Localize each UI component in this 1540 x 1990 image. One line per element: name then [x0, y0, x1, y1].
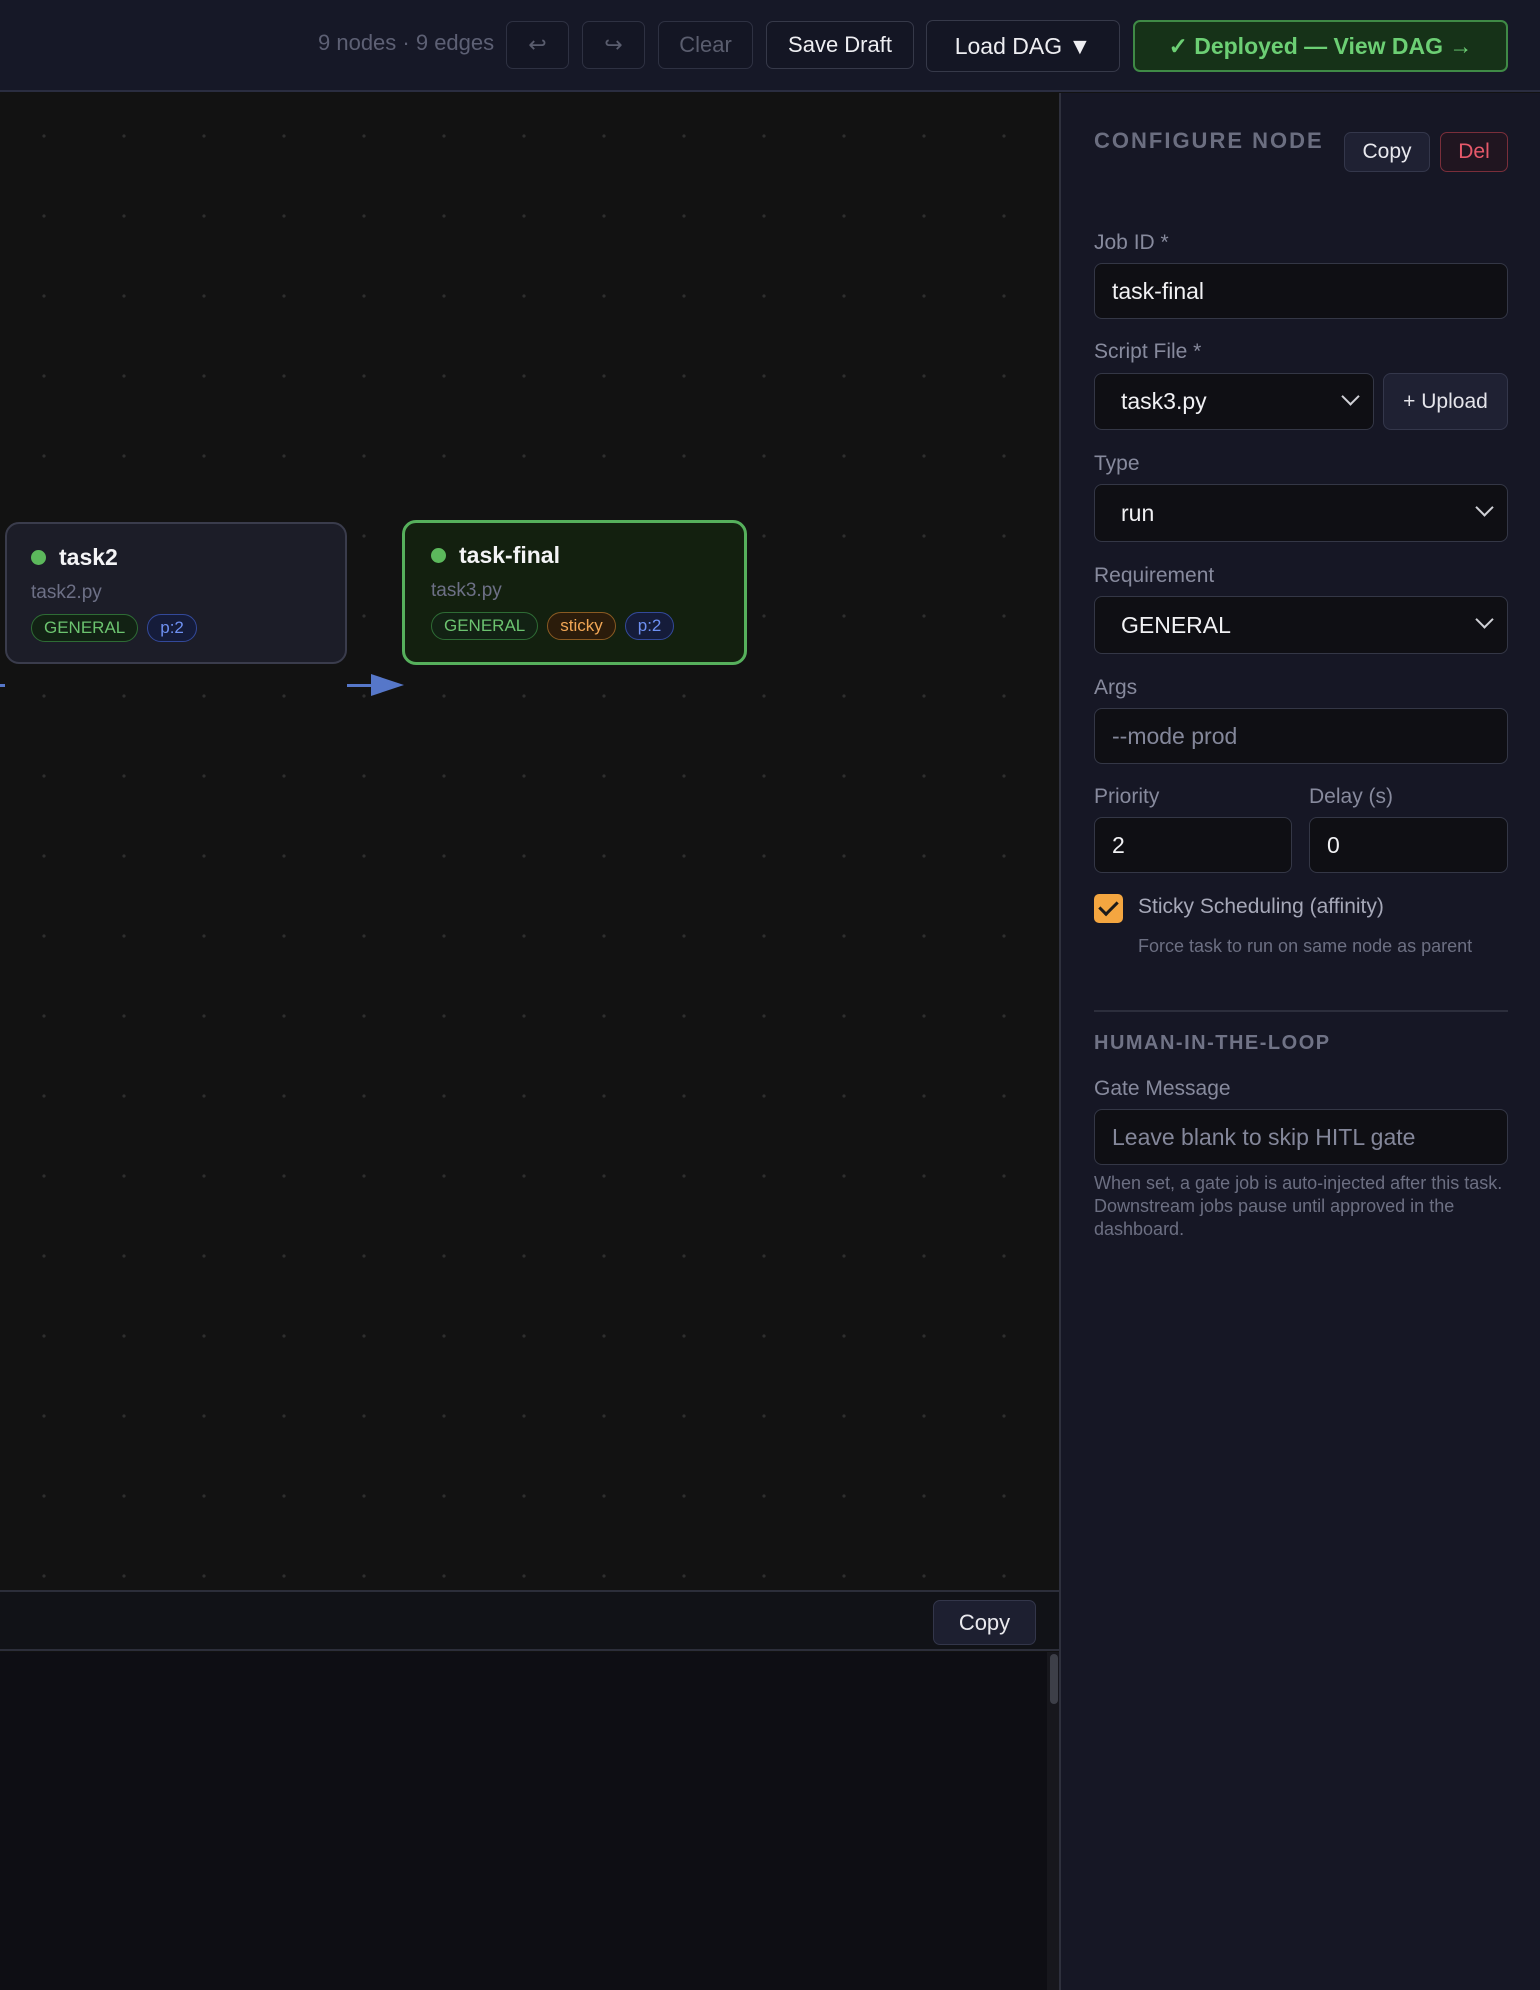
script-file-value: task3.py [1121, 388, 1207, 414]
sticky-scheduling-checkbox[interactable] [1094, 894, 1123, 923]
redo-button[interactable]: ↪ [582, 21, 645, 69]
args-input[interactable]: --mode prod [1094, 708, 1508, 764]
script-file-label: Script File * [1094, 340, 1202, 363]
status-dot-icon [431, 548, 446, 563]
deployed-view-dag-button[interactable]: ✓ Deployed — View DAG → [1133, 20, 1508, 72]
type-value: run [1121, 499, 1155, 526]
arrow-head-icon [371, 674, 404, 696]
chevron-down-icon [1341, 387, 1360, 406]
requirement-badge: GENERAL [31, 614, 139, 642]
clear-button[interactable]: Clear [658, 21, 753, 69]
dag-node-task2[interactable]: task2 task2.py GENERAL p:2 [5, 522, 347, 664]
sticky-help-text: Force task to run on same node as parent [1138, 936, 1473, 956]
script-file-select[interactable]: task3.py [1094, 373, 1374, 430]
undo-button[interactable]: ↩ [506, 21, 569, 69]
gate-message-label: Gate Message [1094, 1077, 1231, 1100]
graph-stats: 9 nodes · 9 edges [318, 30, 495, 55]
chevron-down-icon [1475, 498, 1494, 517]
delay-input[interactable]: 0 [1309, 817, 1508, 873]
job-id-label: Job ID * [1094, 231, 1169, 254]
sticky-badge: sticky [547, 612, 616, 640]
node-script-file: task3.py [431, 580, 502, 601]
node-name: task-final [459, 542, 560, 568]
gate-help-text: When set, a gate job is auto-injected af… [1094, 1173, 1503, 1239]
node-script-file: task2.py [31, 582, 102, 603]
load-dag-dropdown[interactable]: Load DAG ▼ [926, 20, 1120, 72]
delay-label: Delay (s) [1309, 785, 1394, 808]
dag-canvas[interactable] [0, 93, 1059, 1590]
type-label: Type [1094, 452, 1140, 475]
redo-icon: ↪ [604, 32, 623, 57]
priority-badge: p:2 [624, 612, 675, 640]
requirement-value: GENERAL [1121, 611, 1231, 638]
gate-message-input[interactable]: Leave blank to skip HITL gate [1094, 1109, 1508, 1165]
sticky-scheduling-label[interactable]: Sticky Scheduling (affinity) [1138, 895, 1384, 919]
priority-input[interactable]: 2 [1094, 817, 1292, 873]
output-panel-header [0, 1590, 1059, 1651]
job-id-input[interactable]: task-final [1094, 263, 1508, 319]
requirement-badge: GENERAL [431, 612, 539, 640]
edge-incoming [0, 684, 5, 687]
section-divider [1094, 1010, 1508, 1012]
output-panel[interactable] [0, 1652, 1059, 1990]
upload-button[interactable]: + Upload [1383, 373, 1508, 430]
status-dot-icon [31, 550, 46, 565]
priority-badge: p:2 [147, 614, 197, 642]
node-name: task2 [59, 544, 118, 570]
type-select[interactable]: run [1094, 484, 1508, 542]
save-draft-button[interactable]: Save Draft [766, 21, 914, 69]
copy-output-button[interactable]: Copy [933, 1600, 1036, 1645]
hitl-section-title: HUMAN-IN-THE-LOOP [1094, 1032, 1331, 1054]
chevron-down-icon [1475, 610, 1494, 629]
panel-title: CONFIGURE NODE [1094, 128, 1324, 153]
args-label: Args [1094, 676, 1138, 699]
copy-node-button[interactable]: Copy [1344, 132, 1430, 172]
scrollbar-thumb[interactable] [1050, 1654, 1058, 1704]
dag-node-task-final[interactable]: task-final task3.py GENERAL sticky p:2 [402, 520, 747, 665]
requirement-label: Requirement [1094, 564, 1215, 587]
requirement-select[interactable]: GENERAL [1094, 596, 1508, 654]
priority-label: Priority [1094, 785, 1160, 808]
delete-node-button[interactable]: Del [1440, 132, 1508, 172]
undo-icon: ↩ [528, 32, 547, 57]
